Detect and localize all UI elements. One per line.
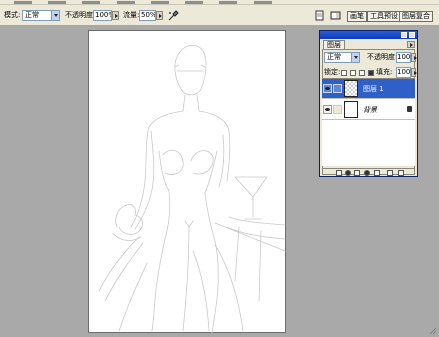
mask-icon[interactable] [354,170,360,176]
opacity-value: 100% [95,11,111,19]
layer-thumbnail [344,101,358,118]
blend-mode-select[interactable]: 正常 [324,52,360,63]
mode-label: 模式: [4,11,21,19]
brush-icon[interactable] [333,84,342,93]
layers-palette[interactable]: 图层 正常 不透明度: 100% 锁定: 填充: 100% 图层 1 背景 [319,30,418,177]
folder-icon[interactable] [374,170,380,176]
tab-layer-comps[interactable]: 图层复合 [399,11,433,22]
chevron-down-icon [51,11,59,20]
lock-label: 锁定: [324,68,341,76]
link-icon[interactable] [336,170,342,176]
mode-select[interactable]: 正常 [22,10,60,21]
fill-slider-button[interactable] [411,68,417,77]
opacity-label: 不透明度: [65,11,96,19]
link-icon[interactable] [333,105,342,114]
trash-icon[interactable] [398,170,404,176]
tab-brushes[interactable]: 画笔 [347,11,367,22]
layer-style-icon[interactable] [345,170,351,176]
layer-opacity-label: 不透明度: [367,53,398,61]
layer-opacity-value: 100% [397,53,411,61]
layer-opacity-input[interactable]: 100% [396,52,411,63]
fill-value: 100% [397,68,411,76]
minimize-icon[interactable] [401,32,407,38]
tab-layers[interactable]: 图层 [323,40,345,49]
fill-label: 填充: [376,68,393,76]
move-icon[interactable] [359,70,365,76]
layer-list: 图层 1 背景 [322,78,415,166]
layer-row-layer-1[interactable]: 图层 1 [322,79,415,99]
flow-slider-button[interactable] [156,11,163,20]
fill-input[interactable]: 100% [396,67,411,78]
resize-grip-icon[interactable] [428,326,437,335]
layer-thumbnail [344,80,358,97]
brush-icon[interactable] [350,70,356,76]
opacity-slider-button[interactable] [112,11,119,20]
airbrush-icon[interactable] [168,10,179,21]
mode-value: 正常 [25,11,39,19]
document-icon[interactable] [314,10,325,21]
lock-icon[interactable] [368,70,374,76]
lock-transparency-icon[interactable] [341,70,347,76]
layer-row-background[interactable]: 背景 [322,100,415,120]
flow-input[interactable]: 50% [139,10,156,21]
layer-name: 背景 [363,106,377,114]
new-layer-icon[interactable] [387,170,393,176]
figure-sketch [98,45,286,334]
document-canvas[interactable] [88,30,286,334]
eye-icon[interactable] [323,84,332,93]
flow-label: 流量: [123,11,140,19]
adjustment-layer-icon[interactable] [364,170,370,176]
lock-icon [407,106,412,112]
eye-icon[interactable] [323,105,332,114]
palette-well-toggle-icon[interactable] [330,10,341,21]
close-icon[interactable] [409,32,415,38]
layer-name: 图层 1 [363,85,384,93]
layers-footer [322,168,415,176]
blend-mode-value: 正常 [327,53,341,61]
tab-tool-presets[interactable]: 工具预设 [367,11,401,22]
palette-menu-button[interactable] [407,41,415,48]
chevron-down-icon [351,53,359,62]
tool-options-bar: 模式: 正常 不透明度: 100% 流量: 50% 画笔 工具预设 图层复合 [0,5,439,26]
opacity-input[interactable]: 100% [93,10,112,21]
palette-title-bar[interactable] [320,31,417,39]
layer-opacity-slider-button[interactable] [411,53,417,62]
flow-value: 50% [141,11,156,19]
